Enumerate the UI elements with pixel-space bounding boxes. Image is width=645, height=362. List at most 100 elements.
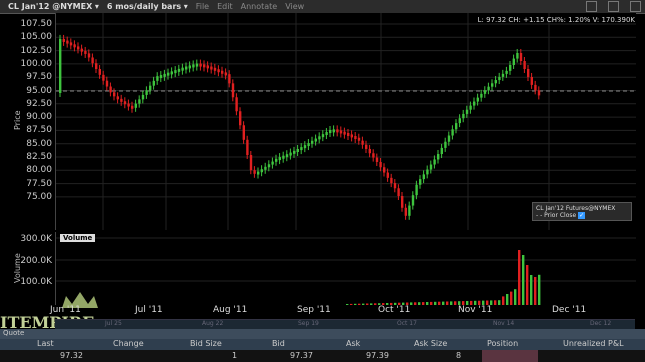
quote-tab[interactable]: Quote (0, 329, 27, 339)
candle-body (462, 113, 465, 119)
candle-body (347, 132, 350, 136)
candle-body (224, 72, 227, 76)
navigator-label: Aug 22 (202, 320, 224, 327)
candle-body (300, 147, 303, 151)
x-axis-label: Jun '11 (50, 305, 81, 315)
candle-body (357, 137, 361, 141)
candle-body (59, 38, 62, 93)
window-controls (578, 1, 641, 12)
candle-body (527, 69, 530, 77)
col-bid[interactable]: Bid (272, 339, 285, 348)
candle-body (199, 63, 202, 67)
menu-file[interactable]: File (196, 2, 209, 11)
col-unrealized-pnl[interactable]: Unrealized P&L (563, 339, 624, 348)
candle-body (523, 60, 526, 70)
symbol-dropdown[interactable]: CL Jan'12 @NYMEX ▾ (8, 2, 99, 11)
candle-body (458, 118, 461, 124)
value-bid: 97.37 (290, 351, 313, 360)
chart-title-bar: CL Jan'12 @NYMEX ▾ 6 mos/daily bars ▾ Fi… (0, 0, 645, 14)
candle-body (185, 66, 188, 70)
candle-body (282, 155, 285, 159)
period-dropdown[interactable]: 6 mos/daily bars ▾ (107, 2, 188, 11)
minimize-icon[interactable] (586, 1, 597, 12)
candle-body (163, 73, 166, 77)
navigator-label: Oct 17 (397, 320, 417, 327)
candle-body (203, 64, 206, 68)
maximize-icon[interactable] (608, 1, 619, 12)
quote-columns: Last Change Bid Size Bid Ask Ask Size Po… (0, 339, 645, 350)
candle-body (505, 70, 508, 74)
price-tick-label: 85.00 (26, 138, 52, 149)
candle-body (141, 94, 145, 100)
x-axis-label: Aug '11 (213, 305, 248, 315)
col-position[interactable]: Position (487, 339, 518, 348)
close-icon[interactable] (630, 1, 641, 12)
menu-annotate[interactable]: Annotate (241, 2, 278, 11)
quote-status-line: L: 97.32 CH: +1.15 CH%: 1.20% V: 170.390… (477, 16, 635, 24)
candle-body (303, 145, 307, 149)
col-last[interactable]: Last (37, 339, 54, 348)
col-change[interactable]: Change (113, 339, 144, 348)
candle-body (127, 103, 130, 107)
price-tick-label: 90.00 (26, 112, 52, 123)
volume-bar (530, 275, 533, 305)
volume-chart-panel[interactable] (55, 232, 636, 305)
candle-body (206, 65, 209, 69)
navigator-label: Dec 12 (590, 320, 612, 327)
candle-body (192, 64, 195, 68)
candle-body (426, 169, 429, 175)
volume-bar (510, 291, 513, 305)
candle-body (325, 132, 328, 136)
col-ask-size[interactable]: Ask Size (414, 339, 447, 348)
price-chart-panel[interactable] (55, 13, 636, 230)
price-tick-label: 75.00 (26, 191, 52, 202)
value-ask-size: 8 (456, 351, 462, 360)
candle-body (235, 97, 238, 112)
menu-view[interactable]: View (285, 2, 304, 11)
candle-body (289, 152, 292, 156)
candle-body (231, 83, 235, 98)
candle-body (174, 70, 177, 74)
candle-body (415, 184, 418, 196)
candle-body (131, 105, 134, 109)
candle-body (498, 76, 501, 81)
candle-body (149, 85, 152, 91)
candle-body (390, 177, 393, 184)
volume-tick-label: 100.0K (20, 277, 52, 287)
volume-bar (506, 294, 509, 305)
candle-body (62, 38, 65, 42)
candle-body (404, 207, 407, 216)
candle-body (429, 164, 433, 170)
price-tick-label: 95.00 (26, 85, 52, 96)
candle-body (159, 75, 163, 79)
candle-body (213, 67, 217, 71)
candle-body (271, 161, 274, 165)
candle-body (152, 80, 155, 86)
volume-bar (502, 296, 505, 305)
candle-body (87, 53, 91, 58)
legend-item-prior-close: - - Prior Close ✓ (536, 212, 586, 219)
candle-body (447, 135, 451, 142)
menu-edit[interactable]: Edit (217, 2, 233, 11)
candle-body (397, 188, 400, 197)
candle-body (361, 140, 364, 145)
col-bid-size[interactable]: Bid Size (190, 339, 222, 348)
volume-bar (534, 277, 537, 305)
candle-body (138, 99, 141, 104)
price-tick-label: 82.50 (26, 152, 52, 162)
price-tick-label: 80.00 (26, 165, 52, 176)
candle-body (339, 130, 343, 134)
candle-body (343, 131, 346, 135)
quote-panel-header (0, 329, 645, 339)
candle-body (469, 105, 472, 110)
candle-body (516, 52, 519, 59)
candle-body (188, 65, 191, 69)
candle-body (329, 130, 332, 134)
candle-body (383, 167, 386, 173)
col-ask[interactable]: Ask (346, 339, 360, 348)
candle-body (368, 148, 371, 154)
candle-body (473, 101, 476, 106)
candle-body (483, 90, 487, 94)
candle-body (95, 63, 98, 69)
chart-legend[interactable]: CL Jan'12 Futures@NYMEX - - Prior Close … (532, 202, 632, 221)
